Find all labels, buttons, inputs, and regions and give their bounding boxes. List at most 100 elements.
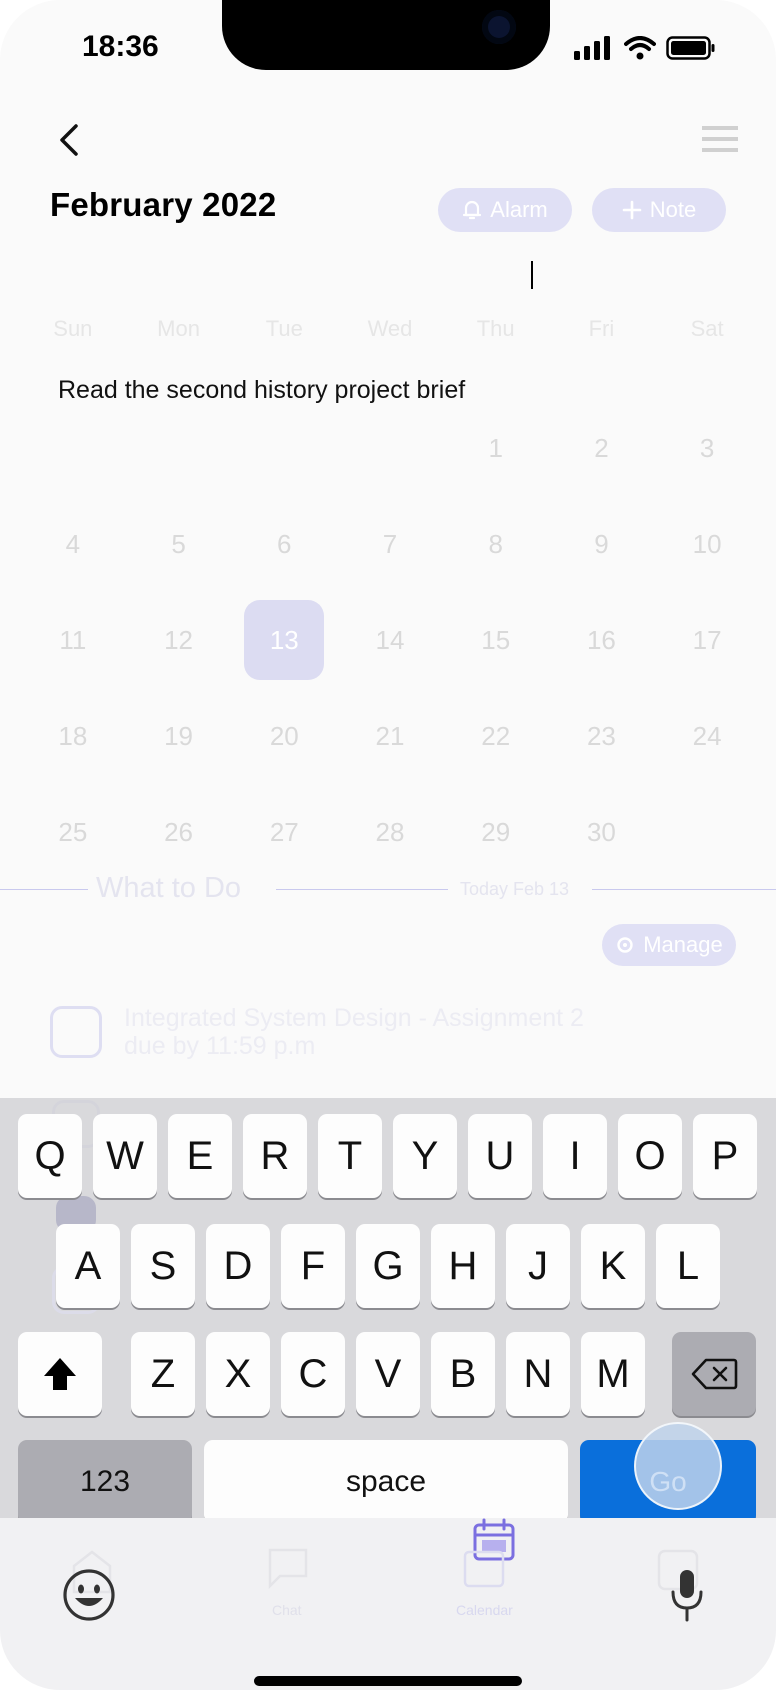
calendar-day[interactable]: 2 bbox=[549, 400, 655, 496]
calendar-day[interactable]: 8 bbox=[443, 496, 549, 592]
key-x[interactable]: X bbox=[206, 1332, 270, 1416]
key-w[interactable]: W bbox=[93, 1114, 157, 1198]
key-i[interactable]: I bbox=[543, 1114, 607, 1198]
key-m[interactable]: M bbox=[581, 1332, 645, 1416]
key-u[interactable]: U bbox=[468, 1114, 532, 1198]
calendar-day[interactable]: 3 bbox=[654, 400, 760, 496]
add-note-button[interactable]: Note bbox=[592, 188, 726, 232]
key-f[interactable]: F bbox=[281, 1224, 345, 1308]
calendar-day[interactable]: 23 bbox=[549, 688, 655, 784]
calendar-day[interactable]: 27 bbox=[231, 784, 337, 880]
key-q[interactable]: Q bbox=[18, 1114, 82, 1198]
calendar-day[interactable]: 5 bbox=[126, 496, 232, 592]
calendar-day bbox=[337, 400, 443, 496]
key-p[interactable]: P bbox=[693, 1114, 757, 1198]
delete-key[interactable] bbox=[672, 1332, 756, 1416]
key-h[interactable]: H bbox=[431, 1224, 495, 1308]
key-k[interactable]: K bbox=[581, 1224, 645, 1308]
day-number: 7 bbox=[382, 528, 398, 559]
space-key[interactable]: space bbox=[204, 1440, 568, 1524]
key-z[interactable]: Z bbox=[131, 1332, 195, 1416]
key-j[interactable]: J bbox=[506, 1224, 570, 1308]
key-r[interactable]: R bbox=[243, 1114, 307, 1198]
calendar-day[interactable]: 25 bbox=[20, 784, 126, 880]
key-s[interactable]: S bbox=[131, 1224, 195, 1308]
notch bbox=[222, 0, 550, 70]
key-c[interactable]: C bbox=[281, 1332, 345, 1416]
day-number: 21 bbox=[375, 720, 405, 751]
microphone-icon[interactable] bbox=[670, 1568, 704, 1624]
camera-icon bbox=[482, 10, 516, 44]
calendar-day[interactable]: 1 bbox=[443, 400, 549, 496]
day-number: 5 bbox=[171, 528, 186, 559]
key-v[interactable]: V bbox=[356, 1332, 420, 1416]
calendar-day[interactable]: 12 bbox=[126, 592, 232, 688]
day-number: 2 bbox=[594, 432, 609, 463]
back-arrow-icon[interactable] bbox=[54, 122, 84, 158]
calendar-day[interactable]: 26 bbox=[126, 784, 232, 880]
day-number: 25 bbox=[58, 816, 88, 847]
key-b[interactable]: B bbox=[431, 1332, 495, 1416]
calendar-day[interactable]: 18 bbox=[20, 688, 126, 784]
weekday-label: Thu bbox=[476, 316, 515, 341]
emoji-icon[interactable] bbox=[62, 1568, 116, 1622]
day-number: 15 bbox=[481, 624, 511, 655]
gear-icon bbox=[617, 937, 633, 953]
calendar-day bbox=[654, 784, 760, 880]
shift-arrow-icon bbox=[44, 1358, 76, 1390]
key-o[interactable]: O bbox=[618, 1114, 682, 1198]
manage-button[interactable]: Manage bbox=[602, 924, 736, 966]
day-number: 12 bbox=[164, 624, 194, 655]
key-e[interactable]: E bbox=[168, 1114, 232, 1198]
alarm-button[interactable]: Alarm bbox=[438, 188, 572, 232]
calendar-day[interactable]: 14 bbox=[337, 592, 443, 688]
chat-tab-label: Chat bbox=[272, 1602, 302, 1618]
calendar-day-selected[interactable]: 13 bbox=[231, 592, 337, 688]
calendar-day[interactable]: 4 bbox=[20, 496, 126, 592]
key-t[interactable]: T bbox=[318, 1114, 382, 1198]
key-l[interactable]: L bbox=[656, 1224, 720, 1308]
calendar-day[interactable]: 20 bbox=[231, 688, 337, 784]
calendar-day[interactable]: 15 bbox=[443, 592, 549, 688]
today-label: Today Feb 13 bbox=[460, 879, 570, 899]
key-g[interactable]: G bbox=[356, 1224, 420, 1308]
calendar-day bbox=[20, 400, 126, 496]
calendar-day[interactable]: 6 bbox=[231, 496, 337, 592]
key-n[interactable]: N bbox=[506, 1332, 570, 1416]
calendar-day[interactable]: 10 bbox=[654, 496, 760, 592]
calendar-day[interactable]: 11 bbox=[20, 592, 126, 688]
calendar-day[interactable]: 16 bbox=[549, 592, 655, 688]
key-y[interactable]: Y bbox=[393, 1114, 457, 1198]
calendar-day[interactable]: 22 bbox=[443, 688, 549, 784]
day-number: 9 bbox=[594, 528, 609, 559]
day-number: 18 bbox=[58, 720, 88, 751]
go-key-label: Go bbox=[649, 1466, 687, 1497]
shift-key[interactable] bbox=[18, 1332, 102, 1416]
status-time: 18:36 bbox=[82, 30, 159, 63]
task-due: due by 11:59 p.m bbox=[124, 1032, 316, 1060]
weekday-label: Fri bbox=[588, 316, 615, 341]
calendar-day[interactable]: 17 bbox=[654, 592, 760, 688]
divider bbox=[0, 889, 88, 890]
task-item: Integrated System Design - Assignment 2 … bbox=[124, 1004, 584, 1060]
calendar-day[interactable]: 19 bbox=[126, 688, 232, 784]
calendar-day[interactable]: 24 bbox=[654, 688, 760, 784]
calendar-day[interactable]: 30 bbox=[549, 784, 655, 880]
calendar-ghost-icon bbox=[463, 1550, 505, 1588]
calendar-day[interactable]: 29 bbox=[443, 784, 549, 880]
phone-screen: 18:36 February 2022 Alarm Note Sun Mon T… bbox=[0, 0, 776, 1690]
calendar-day[interactable]: 21 bbox=[337, 688, 443, 784]
task-checkbox[interactable] bbox=[50, 1006, 102, 1058]
day-number: 4 bbox=[65, 528, 81, 559]
chat-tab-icon[interactable] bbox=[266, 1546, 310, 1590]
key-d[interactable]: D bbox=[206, 1224, 270, 1308]
calendar-day bbox=[126, 400, 232, 496]
numbers-key[interactable]: 123 bbox=[18, 1440, 192, 1524]
calendar-day[interactable]: 28 bbox=[337, 784, 443, 880]
menu-icon[interactable] bbox=[702, 126, 738, 152]
text-cursor bbox=[531, 261, 533, 289]
calendar-day[interactable]: 9 bbox=[549, 496, 655, 592]
calendar-day[interactable]: 7 bbox=[337, 496, 443, 592]
key-a[interactable]: A bbox=[56, 1224, 120, 1308]
day-number: 6 bbox=[277, 528, 292, 559]
